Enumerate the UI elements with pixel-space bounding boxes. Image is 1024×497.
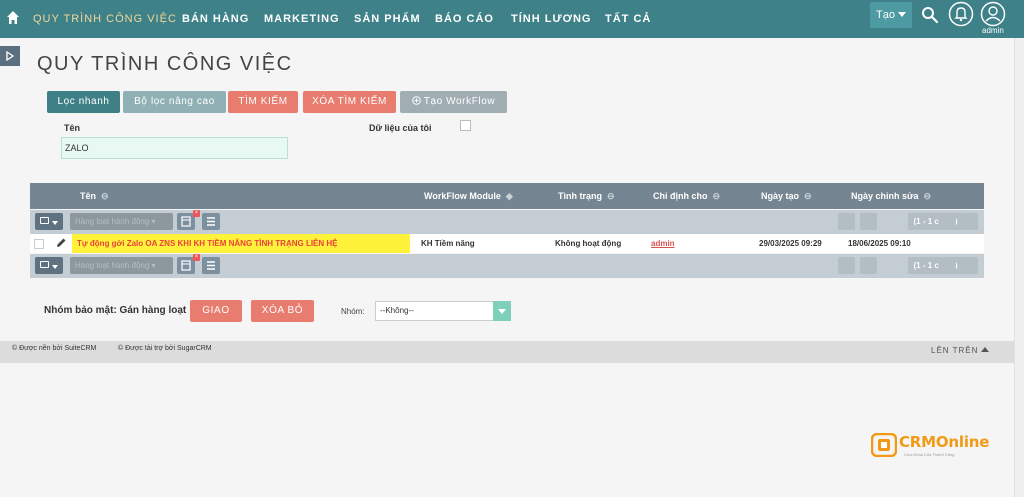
nav-all[interactable]: TẤT CẢ	[605, 13, 651, 25]
cell-modified: 18/06/2025 09:10	[848, 239, 911, 248]
bulk-action-dropdown[interactable]: Hàng loạt hành động ▾	[70, 213, 173, 230]
plus-circle-icon	[411, 96, 421, 105]
next-page-button[interactable]	[939, 257, 956, 274]
nav-products[interactable]: SẢN PHẨM	[354, 13, 421, 25]
close-icon[interactable]: ×	[193, 254, 200, 261]
cell-module: KH Tiềm năng	[421, 239, 475, 248]
my-data-label: Dữ liệu của tôi	[369, 123, 432, 133]
back-to-top-label: LÊN TRÊN	[931, 346, 979, 355]
sort-icon: ◆	[505, 191, 513, 201]
row-checkbox[interactable]	[34, 239, 44, 249]
tab-advanced-filter[interactable]: Bộ lọc nâng cao	[123, 91, 226, 113]
supported-by-link[interactable]: © Được tài trợ bởi SugarCRM	[118, 345, 212, 352]
prev-page-button[interactable]	[860, 257, 877, 274]
page-title: QUY TRÌNH CÔNG VIỆC	[37, 53, 293, 75]
nav-sales[interactable]: BÁN HÀNG	[182, 13, 249, 25]
sidebar-toggle-button[interactable]	[0, 46, 20, 66]
group-select[interactable]: --Không--	[375, 301, 511, 321]
chevron-down-icon	[52, 265, 58, 269]
create-workflow-button[interactable]: Tạo WorkFlow	[400, 91, 507, 113]
create-label: Tạo	[876, 9, 895, 21]
prev-page-button[interactable]	[860, 213, 877, 230]
sort-icon: ⊖	[607, 191, 615, 201]
search-button[interactable]: TÌM KIẾM	[228, 91, 298, 113]
nav-workflow[interactable]: QUY TRÌNH CÔNG VIỆC	[33, 13, 177, 25]
cell-assigned-link[interactable]: admin	[651, 239, 675, 248]
column-header-module[interactable]: WorkFlow Module ◆	[424, 191, 513, 202]
crmonline-logo-icon	[871, 433, 897, 457]
column-header-status[interactable]: Tình trạng ⊖	[558, 191, 615, 202]
remove-button[interactable]: XÓA BỎ	[251, 300, 314, 322]
column-header-created-label: Ngày tạo	[761, 191, 800, 201]
sort-icon: ⊖	[923, 191, 932, 201]
nav-marketing[interactable]: MARKETING	[264, 13, 340, 25]
sort-icon: ⊖	[101, 191, 109, 201]
logo-wordmark: CRMOnline	[899, 433, 990, 451]
mass-assign-label: Nhóm bảo mật: Gán hàng loạt	[44, 305, 187, 316]
my-data-checkbox[interactable]	[460, 120, 471, 131]
bulk-action-label: Hàng loạt hành động	[75, 261, 150, 270]
checkbox-icon	[40, 261, 49, 268]
search-icon[interactable]	[921, 6, 939, 24]
chevron-down-icon	[52, 221, 58, 225]
column-header-status-label: Tình trạng	[558, 191, 602, 201]
create-workflow-label: Tạo WorkFlow	[423, 96, 496, 107]
name-filter-input[interactable]: ZALO	[61, 137, 288, 159]
notification-bell-icon[interactable]	[948, 1, 974, 27]
bulk-action-dropdown[interactable]: Hàng loạt hành động ▾	[70, 257, 173, 274]
column-header-module-label: WorkFlow Module	[424, 191, 501, 201]
close-icon[interactable]: ×	[193, 210, 200, 217]
logo-slogan: Chìa Khoá Của Thành Công	[904, 452, 955, 457]
cell-created: 29/03/2025 09:29	[759, 239, 822, 248]
clear-search-button[interactable]: XÓA TÌM KIẾM	[303, 91, 396, 113]
column-header-modified[interactable]: Ngày chỉnh sửa ⊖	[851, 191, 931, 202]
sort-icon: ⊖	[804, 191, 812, 201]
cell-status: Không hoạt động	[555, 239, 622, 248]
column-header-assigned-label: Chỉ định cho	[653, 191, 708, 201]
list-view-icon[interactable]	[202, 257, 220, 274]
powered-by-link[interactable]: © Được nền bởi SuiteCRM	[12, 345, 96, 352]
tab-quick-filter[interactable]: Lọc nhanh	[47, 91, 120, 113]
last-page-button[interactable]	[961, 213, 978, 230]
user-avatar-icon[interactable]	[980, 1, 1006, 27]
create-dropdown-button[interactable]: Tạo	[870, 2, 912, 28]
top-nav-bar: QUY TRÌNH CÔNG VIỆC BÁN HÀNG MARKETING S…	[0, 0, 1024, 38]
first-page-button[interactable]	[838, 257, 855, 274]
column-header-modified-label: Ngày chỉnh sửa	[851, 191, 919, 201]
workflow-name-link[interactable]: Tự động gởi Zalo OA ZNS KHI KH TIỀM NĂNG…	[72, 234, 410, 253]
page-scrollbar[interactable]	[1014, 38, 1024, 497]
back-to-top-link[interactable]: LÊN TRÊN	[931, 346, 990, 355]
group-select-value: --Không--	[380, 306, 414, 315]
user-name-label: admin	[982, 26, 1004, 35]
column-header-created[interactable]: Ngày tạo ⊖	[761, 191, 812, 202]
bulk-action-label: Hàng loạt hành động	[75, 217, 150, 226]
checkbox-icon	[40, 217, 49, 224]
arrow-up-icon	[981, 347, 990, 352]
table-row: Tự động gởi Zalo OA ZNS KHI KH TIỀM NĂNG…	[30, 234, 984, 253]
play-arrow-icon	[6, 51, 15, 61]
column-header-name[interactable]: Tên ⊖	[80, 191, 109, 202]
first-page-button[interactable]	[838, 213, 855, 230]
column-header-assigned[interactable]: Chỉ định cho ⊖	[653, 191, 720, 202]
next-page-button[interactable]	[939, 213, 956, 230]
last-page-button[interactable]	[961, 257, 978, 274]
table-header: Tên ⊖ WorkFlow Module ◆ Tình trạng ⊖ Chỉ đị…	[30, 183, 984, 209]
list-view-icon[interactable]	[202, 213, 220, 230]
nav-reports[interactable]: BÁO CÁO	[435, 13, 494, 25]
assign-button[interactable]: GIAO	[190, 300, 242, 322]
select-all-dropdown[interactable]	[35, 213, 63, 230]
name-filter-label: Tên	[64, 123, 81, 133]
chevron-down-icon	[493, 301, 511, 321]
chevron-down-icon	[898, 12, 906, 17]
home-icon[interactable]	[6, 10, 20, 26]
table-toolbar-top: Hàng loạt hành động ▾ × (1 - 1 của 1)	[30, 210, 984, 234]
sort-icon: ⊖	[712, 191, 721, 201]
select-all-dropdown[interactable]	[35, 257, 63, 274]
table-toolbar-bottom: Hàng loạt hành động ▾ × (1 - 1 của 1)	[30, 254, 984, 278]
nav-payroll[interactable]: TÍNH LƯƠNG	[511, 13, 591, 25]
group-label: Nhóm:	[341, 307, 365, 316]
footer: © Được nền bởi SuiteCRM © Được tài trợ b…	[0, 341, 1014, 363]
column-header-name-label: Tên	[80, 191, 97, 201]
pencil-icon[interactable]	[56, 237, 67, 248]
